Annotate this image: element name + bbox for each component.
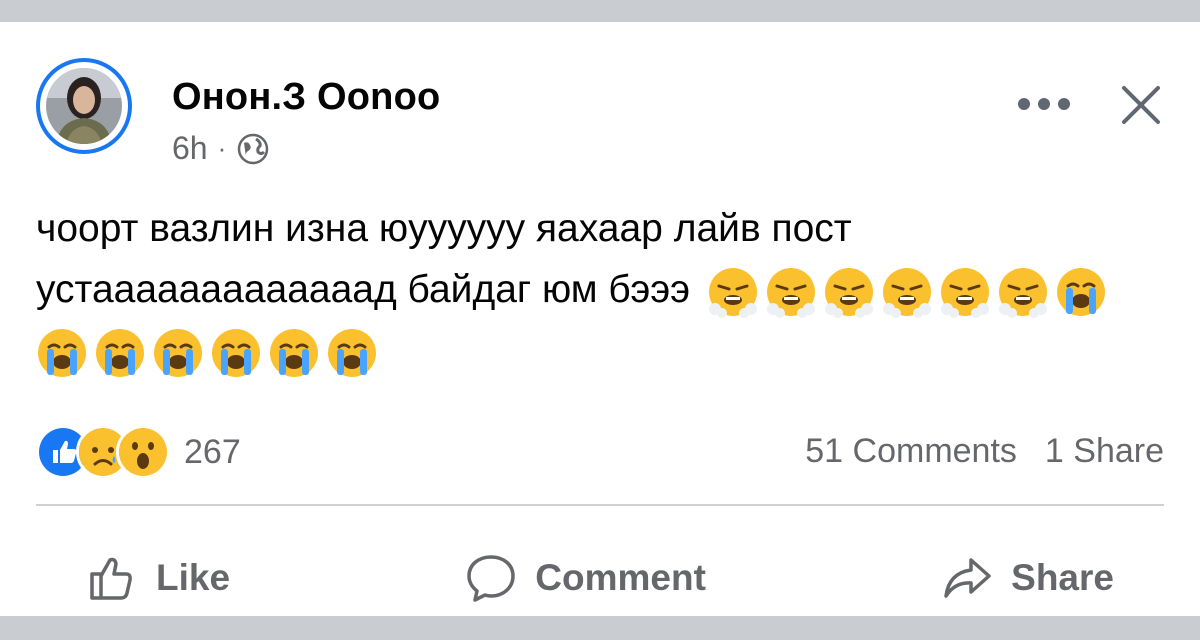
triumph-face-emoji-icon	[707, 266, 759, 318]
bottom-separator-bar	[0, 616, 1200, 640]
post-meta: 6h ·	[172, 130, 270, 167]
emoji-group	[36, 327, 378, 379]
more-options-icon[interactable]	[1018, 84, 1070, 124]
like-button[interactable]: Like	[36, 552, 280, 604]
crying-face-emoji-icon	[36, 327, 88, 379]
divider	[36, 504, 1164, 506]
globe-icon[interactable]	[236, 132, 270, 166]
reaction-summary[interactable]: 267	[36, 425, 241, 479]
meta-separator: ·	[217, 133, 227, 163]
author-name[interactable]: Онон.З Оonoo	[172, 76, 440, 119]
crying-face-emoji-icon	[268, 327, 320, 379]
crying-face-emoji-icon	[210, 327, 262, 379]
post-text-line: чоорт вазлин изна юуууууу яахаар лайв по…	[36, 207, 852, 250]
triumph-face-emoji-icon	[997, 266, 1049, 318]
post-card: Онон.З Оonoo 6h · чоорт вазлин изна юууу…	[0, 22, 1200, 616]
post-text: чоорт вазлин изна юуууууу яахаар лайв по…	[36, 198, 1176, 381]
emoji-group	[707, 266, 1107, 318]
crying-face-emoji-icon	[152, 327, 204, 379]
post-text-line: устааааааааааааад байдаг юм бэээ	[36, 259, 1176, 320]
avatar[interactable]	[46, 68, 122, 144]
post-stats: 51 Comments 1 Share	[805, 432, 1164, 471]
crying-face-emoji-icon	[94, 327, 146, 379]
wow-icon	[116, 425, 170, 479]
action-bar: Like Comment Share	[36, 528, 1164, 628]
like-icon	[90, 557, 132, 600]
triumph-face-emoji-icon	[939, 266, 991, 318]
comments-count[interactable]: 51 Comments	[805, 432, 1017, 471]
share-icon	[944, 558, 991, 598]
comment-label: Comment	[535, 557, 706, 598]
close-icon[interactable]	[1114, 78, 1168, 132]
triumph-face-emoji-icon	[823, 266, 875, 318]
post-text-line	[36, 320, 1176, 381]
post-time[interactable]: 6h	[172, 130, 208, 167]
comment-button[interactable]: Comment	[415, 552, 756, 604]
triumph-face-emoji-icon	[881, 266, 933, 318]
comment-icon	[467, 555, 516, 602]
share-label: Share	[1011, 557, 1114, 598]
reaction-count[interactable]: 267	[184, 433, 241, 472]
like-label: Like	[156, 557, 231, 598]
top-separator-bar	[0, 0, 1200, 22]
post-text-fragment: устааааааааааааад байдаг юм бэээ	[36, 268, 691, 311]
crying-face-emoji-icon	[1055, 266, 1107, 318]
shares-count[interactable]: 1 Share	[1045, 432, 1164, 471]
triumph-face-emoji-icon	[765, 266, 817, 318]
crying-face-emoji-icon	[326, 327, 378, 379]
share-button[interactable]: Share	[891, 552, 1164, 604]
avatar-story-ring[interactable]	[36, 58, 132, 154]
